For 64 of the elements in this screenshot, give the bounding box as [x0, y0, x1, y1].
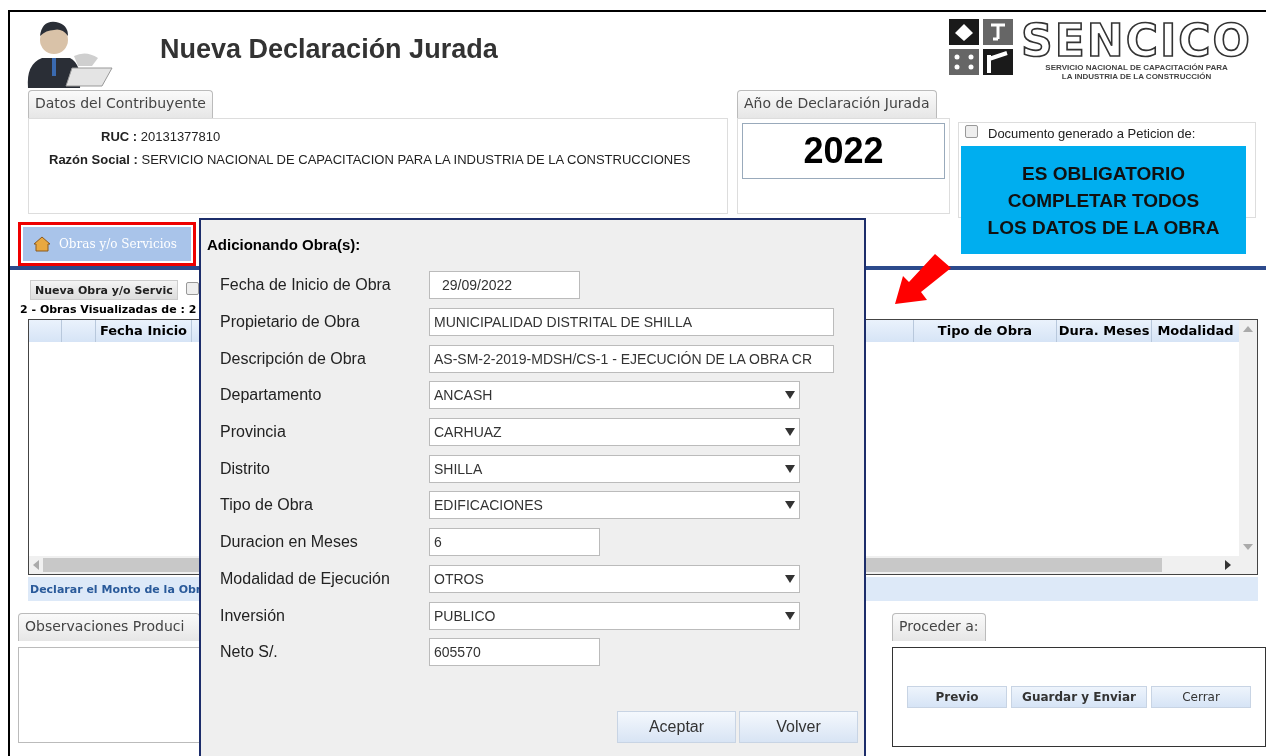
- section-tab[interactable]: Año de Declaración Jurada: [737, 90, 937, 118]
- checkbox[interactable]: [965, 125, 978, 138]
- input-field[interactable]: 605570: [429, 638, 600, 667]
- dropdown[interactable]: CARHUAZ: [429, 418, 800, 447]
- action-button[interactable]: Cerrar: [1151, 686, 1251, 708]
- date-field[interactable]: 29/09/2022: [429, 271, 580, 300]
- field-label: Descripción de Obra: [219, 349, 367, 368]
- caret-icon: [785, 611, 795, 620]
- field-value: SERVICIO NACIONAL DE CAPACITACION PARA LA INDUSTRIA DE LA CONSTRUCCIONES: [141, 152, 691, 167]
- count-label: 2 - Obras Visualizadas de : 2: [19, 303, 198, 316]
- checkbox[interactable]: [186, 281, 199, 295]
- dropdown[interactable]: SHILLA: [429, 454, 800, 483]
- caret-icon: [785, 464, 795, 473]
- dropdown[interactable]: OTROS: [429, 564, 800, 593]
- dialog-button[interactable]: Volver: [739, 710, 858, 743]
- column-header: Modalidad: [1156, 322, 1235, 340]
- logo-icon: [949, 19, 1016, 75]
- field-label: Distrito: [219, 459, 271, 478]
- input-field[interactable]: MUNICIPALIDAD DISTRITAL DE SHILLA: [429, 308, 834, 337]
- dropdown[interactable]: PUBLICO: [429, 601, 800, 630]
- action-button[interactable]: Guardar y Enviar: [1011, 686, 1147, 708]
- year-field[interactable]: 2022: [742, 123, 945, 179]
- column-header: Fecha Inicio: [96, 320, 192, 342]
- action-button[interactable]: Previo: [907, 686, 1007, 708]
- field-value: 20131377810: [140, 129, 221, 144]
- scroll-left-icon[interactable]: [33, 560, 39, 570]
- section-tab[interactable]: Observaciones Produci: [18, 613, 200, 641]
- caret-icon: [785, 428, 795, 437]
- field-label: Propietario de Obra: [219, 313, 361, 332]
- callout-banner: ES OBLIGATORIO COMPLETAR TODOS LOS DATOS DE LA OBRA: [961, 146, 1246, 254]
- section-tab[interactable]: Datos del Contribuyente: [28, 90, 213, 118]
- page-title: Nueva Declaración Jurada: [160, 33, 498, 65]
- field-label: RUC :: [101, 129, 138, 144]
- scroll-right-icon[interactable]: [1225, 560, 1231, 570]
- dialog-button[interactable]: Aceptar: [617, 710, 736, 743]
- input-field[interactable]: 6: [429, 528, 600, 557]
- caret-icon: [785, 391, 795, 400]
- vertical-scrollbar[interactable]: [1239, 320, 1257, 556]
- dropdown[interactable]: ANCASH: [429, 381, 800, 410]
- input-field[interactable]: AS-SM-2-2019-MDSH/CS-1 - EJECUCIÓN DE LA OBRA CR: [429, 344, 834, 373]
- new-obra-button[interactable]: Nueva Obra y/o Servic: [30, 280, 178, 300]
- logo-wordmark: SENCICO: [1021, 19, 1252, 63]
- field-label: Provincia: [219, 423, 287, 442]
- field-label: Razón Social :: [49, 152, 138, 167]
- field-label: Neto S/.: [219, 643, 279, 662]
- section-tab[interactable]: Proceder a:: [892, 613, 986, 641]
- logo-subtitle: SERVICIO NACIONAL DE CAPACITACIÓN PARA LA INDUSTRIA DE LA CONSTRUCCIÓN: [1045, 63, 1228, 81]
- column-header: Dura. Meses: [1057, 320, 1152, 342]
- field-label: Fecha de Inicio de Obra: [219, 276, 392, 295]
- field-label: Modalidad de Ejecución: [219, 569, 391, 588]
- scroll-up-icon[interactable]: [1243, 326, 1253, 332]
- dropdown[interactable]: EDIFICACIONES: [429, 491, 800, 520]
- field-label: Duracion en Meses: [219, 533, 359, 552]
- field-label: Tipo de Obra: [219, 496, 314, 515]
- checkbox-label: Documento generado a Peticion de:: [988, 127, 1196, 141]
- caret-icon: [785, 501, 795, 510]
- home-icon: [33, 236, 51, 252]
- field-label: Departamento: [219, 386, 323, 405]
- column-header: Tipo de Obra: [914, 320, 1057, 342]
- declarar-link[interactable]: Declarar el Monto de la Obr: [28, 582, 202, 596]
- field-label: Inversión: [219, 606, 286, 625]
- dialog-title: Adicionando Obra(s):: [207, 236, 362, 253]
- pointer-arrow: [895, 254, 953, 306]
- scroll-down-icon[interactable]: [1243, 544, 1253, 550]
